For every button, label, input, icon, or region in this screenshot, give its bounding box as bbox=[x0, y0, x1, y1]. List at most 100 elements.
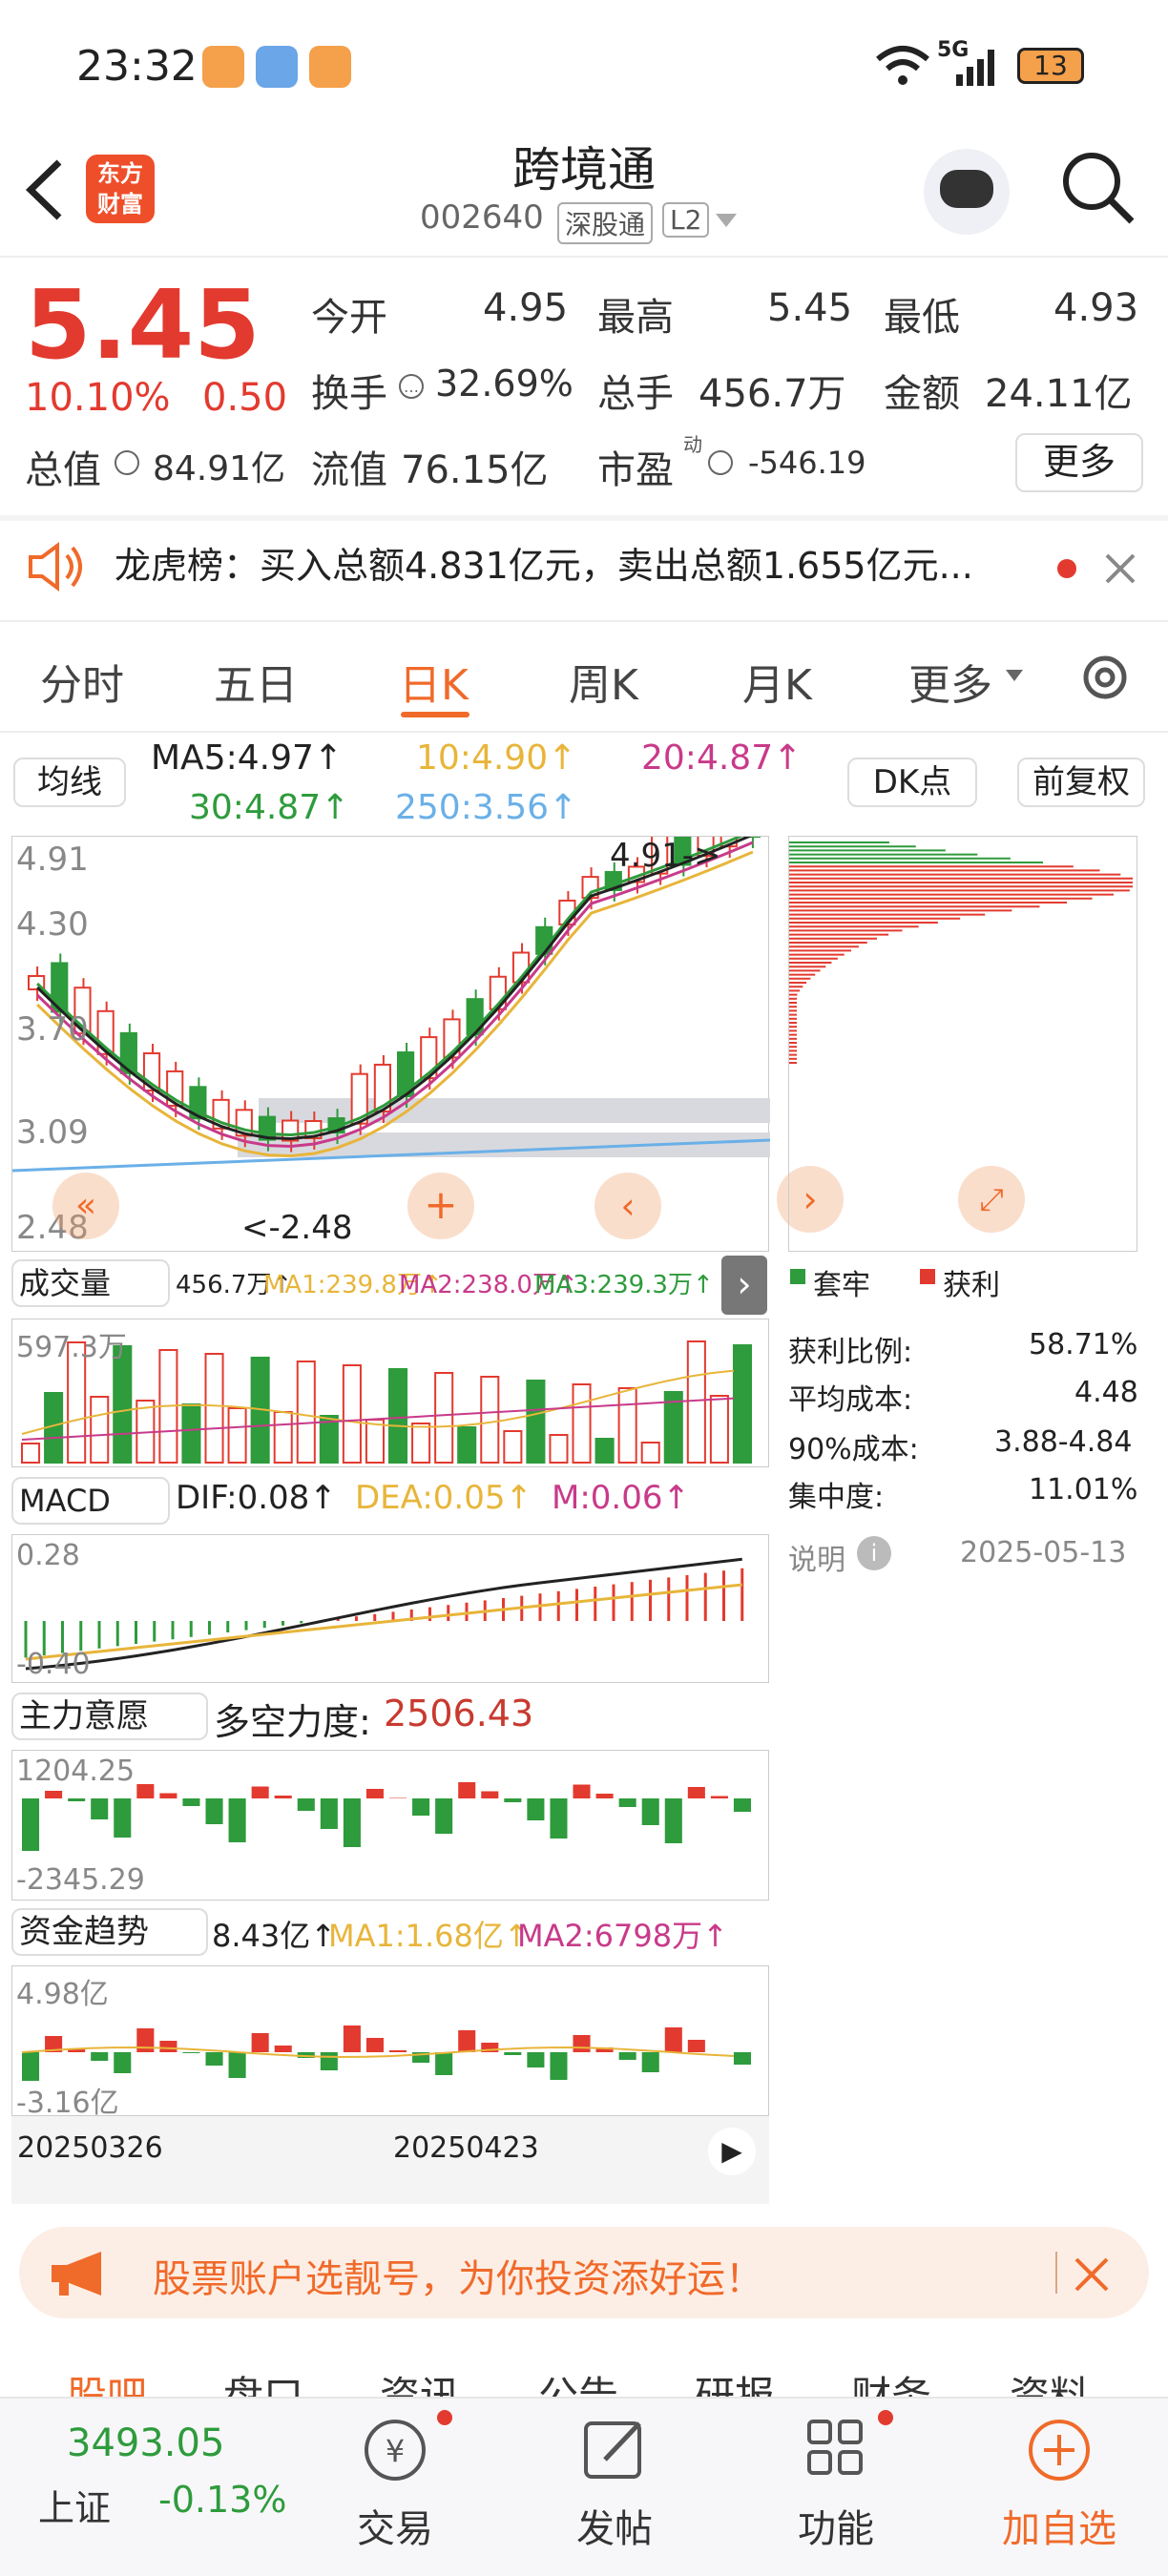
force-bar bbox=[435, 1798, 453, 1834]
scroll-first-button[interactable]: « bbox=[52, 1173, 119, 1239]
close-icon[interactable] bbox=[1103, 551, 1137, 586]
subtab-research[interactable]: 研报 bbox=[695, 2364, 775, 2399]
volume-selector[interactable]: 成交量 bbox=[11, 1259, 170, 1307]
nav-label: 发帖 bbox=[576, 2507, 653, 2551]
index-name[interactable]: 上证 bbox=[38, 2479, 111, 2531]
force-bar bbox=[228, 1798, 246, 1842]
tab-weekly-k[interactable]: 周K bbox=[569, 651, 638, 712]
subtab-forum[interactable]: 股吧 bbox=[67, 2364, 147, 2399]
fund-bar bbox=[550, 2052, 568, 2080]
fund-svg bbox=[21, 2025, 751, 2081]
close-icon[interactable] bbox=[1073, 2255, 1111, 2294]
assistant-avatar[interactable] bbox=[924, 149, 1010, 235]
grid-icon bbox=[807, 2410, 893, 2475]
settings-icon[interactable] bbox=[1076, 649, 1134, 706]
volume-bar bbox=[457, 1426, 477, 1464]
fund-bar bbox=[504, 2052, 522, 2055]
dk-point-button[interactable]: DK点 bbox=[847, 758, 977, 807]
force-bar bbox=[504, 1798, 522, 1802]
volume-bar bbox=[732, 1344, 752, 1464]
speaker-icon bbox=[29, 542, 82, 592]
nav-post[interactable]: 发帖 bbox=[557, 2408, 672, 2561]
kline-chart[interactable]: 4.91 4.30 3.70 3.09 2.48 4.91-> <-2.48 «… bbox=[11, 788, 771, 1252]
legend-trap: 套牢 bbox=[813, 1269, 870, 1302]
fund-selector[interactable]: 资金趋势 bbox=[11, 1908, 208, 1956]
promo-banner[interactable]: 股票账户选靓号，为你投资添好运！ bbox=[19, 2227, 1149, 2318]
fund-bar bbox=[228, 2052, 246, 2078]
amount-value: 24.11亿 bbox=[985, 372, 1133, 416]
fund-bar bbox=[114, 2052, 132, 2073]
adjust-price-button[interactable]: 前复权 bbox=[1017, 758, 1145, 807]
add-icon bbox=[1029, 2420, 1090, 2481]
ma5-label: MA5:4.97↑ bbox=[151, 738, 344, 778]
tab-more[interactable]: 更多 bbox=[908, 651, 992, 712]
y-label: 597.3万 bbox=[16, 1331, 127, 1364]
play-icon[interactable]: ▶ bbox=[708, 2128, 756, 2175]
tab-monthly-k[interactable]: 月K bbox=[742, 651, 812, 712]
force-bar bbox=[274, 1796, 292, 1798]
fund-ma1: MA1:1.68亿↑ bbox=[328, 1918, 530, 1954]
tab-daily-k[interactable]: 日K bbox=[399, 651, 469, 712]
force-selector[interactable]: 主力意愿 bbox=[11, 1693, 208, 1740]
low-note: <-2.48 bbox=[241, 1209, 353, 1247]
volume-bar bbox=[594, 1438, 615, 1464]
expand-panel-button[interactable]: › bbox=[721, 1256, 767, 1315]
chevron-down-icon[interactable] bbox=[716, 214, 737, 227]
nav-add-watchlist[interactable]: 加自选 bbox=[992, 2408, 1126, 2561]
nav-trade[interactable]: ¥ 交易 bbox=[338, 2408, 452, 2561]
search-icon[interactable] bbox=[1059, 149, 1136, 225]
fund-bar bbox=[274, 2046, 292, 2052]
weather-icon bbox=[256, 46, 298, 88]
legend-profit: 获利 bbox=[943, 1269, 1000, 1302]
pe-sup: 动 bbox=[683, 433, 702, 456]
force-bar bbox=[550, 1798, 568, 1839]
info-icon[interactable] bbox=[706, 448, 735, 477]
force-bar bbox=[136, 1784, 155, 1798]
subtab-finance[interactable]: 财务 bbox=[851, 2364, 931, 2399]
scroll-left-button[interactable]: ‹ bbox=[594, 1173, 661, 1239]
fund-bar bbox=[159, 2041, 177, 2052]
more-button[interactable]: 更多 bbox=[1015, 433, 1143, 492]
status-time: 23:32 bbox=[76, 42, 198, 91]
info-icon[interactable] bbox=[113, 448, 141, 477]
subtab-announcements[interactable]: 公告 bbox=[538, 2364, 618, 2399]
chip-note[interactable]: 说明 bbox=[788, 1536, 845, 1578]
battery-icon: 13 bbox=[1017, 48, 1084, 84]
y-label: -0.40 bbox=[16, 1648, 91, 1681]
force-bar bbox=[595, 1794, 614, 1798]
macd-dif: DIF:0.08↑ bbox=[176, 1479, 337, 1517]
force-bar bbox=[251, 1786, 269, 1798]
volume-bar bbox=[434, 1372, 454, 1464]
fund-bar bbox=[687, 2040, 705, 2052]
chip-value: 11.01% bbox=[1029, 1473, 1138, 1506]
index-percent[interactable]: -0.13% bbox=[158, 2479, 286, 2521]
zoom-in-button[interactable]: + bbox=[407, 1173, 474, 1239]
ma-selector[interactable]: 均线 bbox=[13, 758, 126, 807]
info-icon[interactable]: i bbox=[857, 1536, 891, 1570]
tab-five-day[interactable]: 五日 bbox=[214, 651, 298, 712]
y-label: 4.91 bbox=[16, 841, 89, 879]
app-notification-icon bbox=[202, 46, 244, 88]
macd-selector[interactable]: MACD bbox=[11, 1477, 170, 1525]
level-tag: L2 bbox=[662, 202, 710, 238]
subtab-orderbook[interactable]: 盘口 bbox=[223, 2364, 303, 2399]
low-label: 最低 bbox=[884, 296, 960, 340]
macd-chart: 0.28 -0.40 bbox=[11, 1534, 769, 1683]
subtab-profile[interactable]: 资料 bbox=[1010, 2364, 1090, 2399]
high-value: 5.45 bbox=[767, 286, 853, 330]
force-bar bbox=[22, 1798, 40, 1851]
wifi-icon bbox=[876, 46, 929, 85]
volume-bar bbox=[526, 1380, 546, 1464]
edit-icon bbox=[584, 2421, 641, 2479]
nav-function[interactable]: 功能 bbox=[779, 2408, 893, 2561]
subtab-news[interactable]: 资讯 bbox=[380, 2364, 460, 2399]
volume-bar bbox=[181, 1403, 201, 1464]
index-value[interactable]: 3493.05 bbox=[67, 2421, 224, 2465]
info-icon[interactable]: … bbox=[397, 372, 426, 401]
notice-text[interactable]: 龙虎榜：买入总额4.831亿元，卖出总额1.655亿元... bbox=[115, 536, 973, 589]
force-bar bbox=[343, 1798, 361, 1847]
volume-bar bbox=[640, 1442, 660, 1464]
tab-intraday[interactable]: 分时 bbox=[40, 651, 124, 712]
legend-swatch bbox=[790, 1269, 805, 1284]
force-bar bbox=[320, 1798, 338, 1829]
